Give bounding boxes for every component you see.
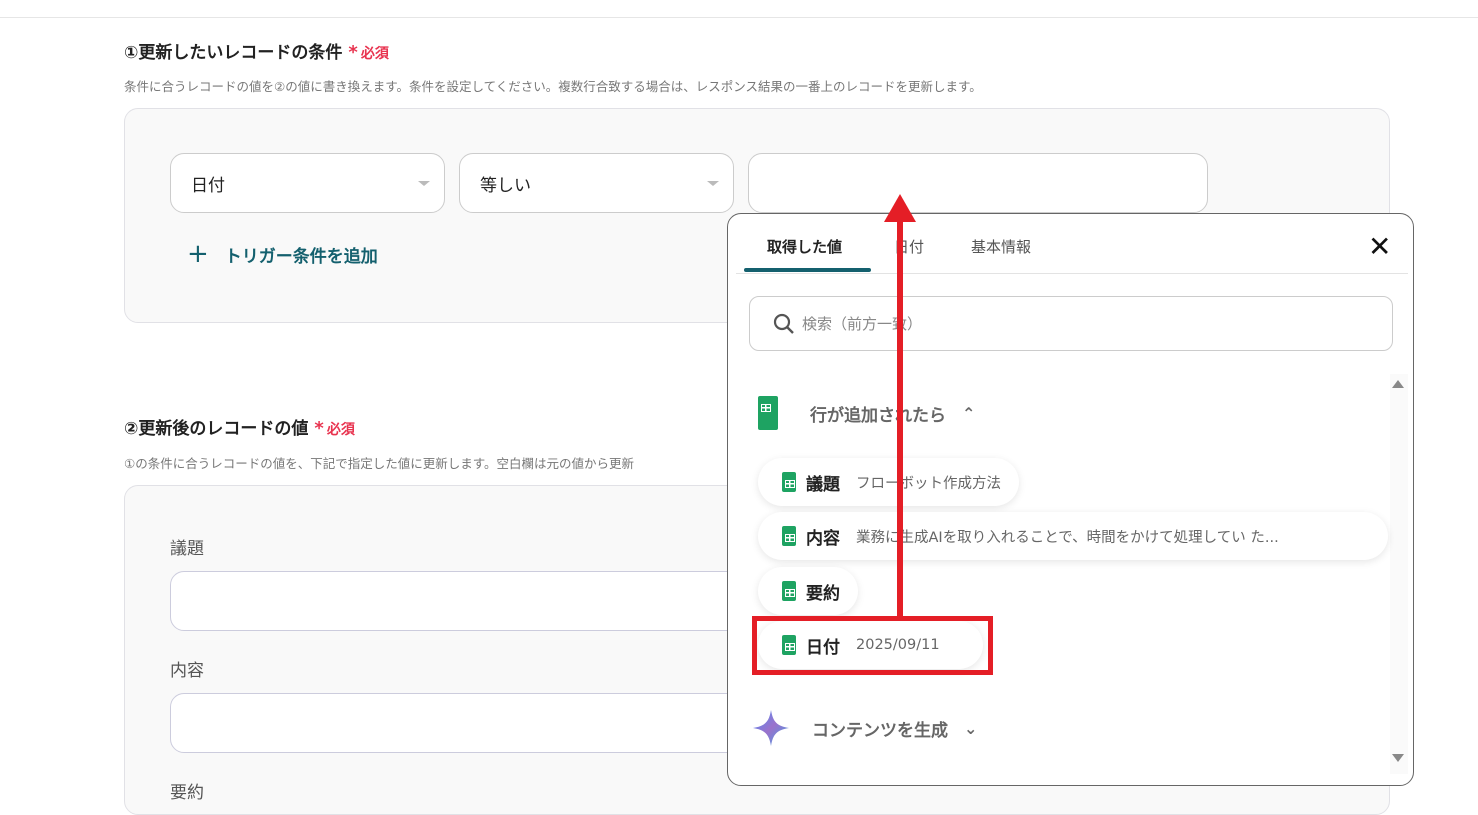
required-badge: * 必須 xyxy=(314,418,355,439)
operator-select-value: 等しい xyxy=(480,175,531,196)
annotation-arrowhead xyxy=(884,194,916,222)
required-label: 必須 xyxy=(326,422,355,438)
value-picker-popup: 取得した値 日付 基本情報 ✕ 検索（前方一致） 行が追加されたら ⌃ 議題 フロ… xyxy=(727,213,1414,786)
field-label-content: 内容 xyxy=(170,661,204,681)
annotation-highlight-box xyxy=(752,616,993,675)
item-key: 議題 xyxy=(806,474,840,495)
item-value: 業務に生成AIを取り入れることで、時間をかけて処理してい た... xyxy=(856,529,1279,546)
group-title: コンテンツを生成 xyxy=(812,720,948,741)
condition-value-input[interactable] xyxy=(748,153,1208,213)
section2-description: ①の条件に合うレコードの値を、下記で指定した値に更新します。空白欄は元の値から更… xyxy=(124,456,634,471)
value-item-content[interactable]: 内容 業務に生成AIを取り入れることで、時間をかけて処理してい た... xyxy=(758,512,1388,560)
section1-heading: ①更新したいレコードの条件 * 必須 xyxy=(124,38,389,63)
search-input[interactable]: 検索（前方一致） xyxy=(749,296,1393,351)
group-row-added[interactable]: 行が追加されたら ⌃ xyxy=(758,396,975,430)
close-icon[interactable]: ✕ xyxy=(1368,230,1391,263)
item-key: 要約 xyxy=(806,583,840,604)
add-condition-label: トリガー条件を追加 xyxy=(224,246,378,267)
field-label-summary: 要約 xyxy=(170,783,204,803)
google-sheets-icon xyxy=(782,526,796,546)
field-label-agenda: 議題 xyxy=(170,539,204,559)
tab-divider xyxy=(736,273,1408,274)
section1-title: ①更新したいレコードの条件 xyxy=(124,43,343,63)
scroll-up-icon[interactable] xyxy=(1392,380,1404,388)
section1-description: 条件に合うレコードの値を②の値に書き換えます。条件を設定してください。複数行合致… xyxy=(124,79,982,94)
plus-icon: + xyxy=(187,239,209,269)
search-placeholder: 検索（前方一致） xyxy=(802,315,923,333)
item-key: 内容 xyxy=(806,528,840,549)
chevron-up-icon: ⌃ xyxy=(962,403,976,423)
annotation-arrow xyxy=(897,215,903,617)
active-tab-indicator xyxy=(744,268,871,272)
dropdown-caret-icon xyxy=(418,181,430,186)
section2-title: ②更新後のレコードの値 xyxy=(124,419,309,439)
item-value: フローボット作成方法 xyxy=(856,475,1001,492)
section2-heading: ②更新後のレコードの値 * 必須 xyxy=(124,414,355,439)
add-condition-button[interactable]: + トリガー条件を追加 xyxy=(187,239,378,269)
operator-select[interactable]: 等しい xyxy=(459,153,734,213)
group-title: 行が追加されたら xyxy=(810,405,946,426)
field-select[interactable]: 日付 xyxy=(170,153,445,213)
google-sheets-icon xyxy=(782,472,796,492)
tab-basic-info[interactable]: 基本情報 xyxy=(971,236,1031,257)
value-item-summary[interactable]: 要約 xyxy=(758,567,858,615)
search-icon xyxy=(773,313,794,334)
scroll-down-icon[interactable] xyxy=(1392,754,1404,762)
field-select-value: 日付 xyxy=(191,175,225,196)
required-label: 必須 xyxy=(360,46,389,62)
scrollbar[interactable] xyxy=(1390,374,1408,774)
dropdown-caret-icon xyxy=(707,181,719,186)
google-sheets-icon xyxy=(782,581,796,601)
sparkle-icon xyxy=(753,710,789,746)
google-sheets-icon xyxy=(758,396,778,430)
group-generate-content[interactable]: コンテンツを生成 ⌄ xyxy=(752,709,977,747)
top-divider xyxy=(0,17,1478,18)
tab-fetched-values[interactable]: 取得した値 xyxy=(767,236,842,257)
required-badge: * 必須 xyxy=(348,42,389,63)
chevron-down-icon: ⌄ xyxy=(964,718,978,738)
value-item-agenda[interactable]: 議題 フローボット作成方法 xyxy=(758,458,1019,506)
